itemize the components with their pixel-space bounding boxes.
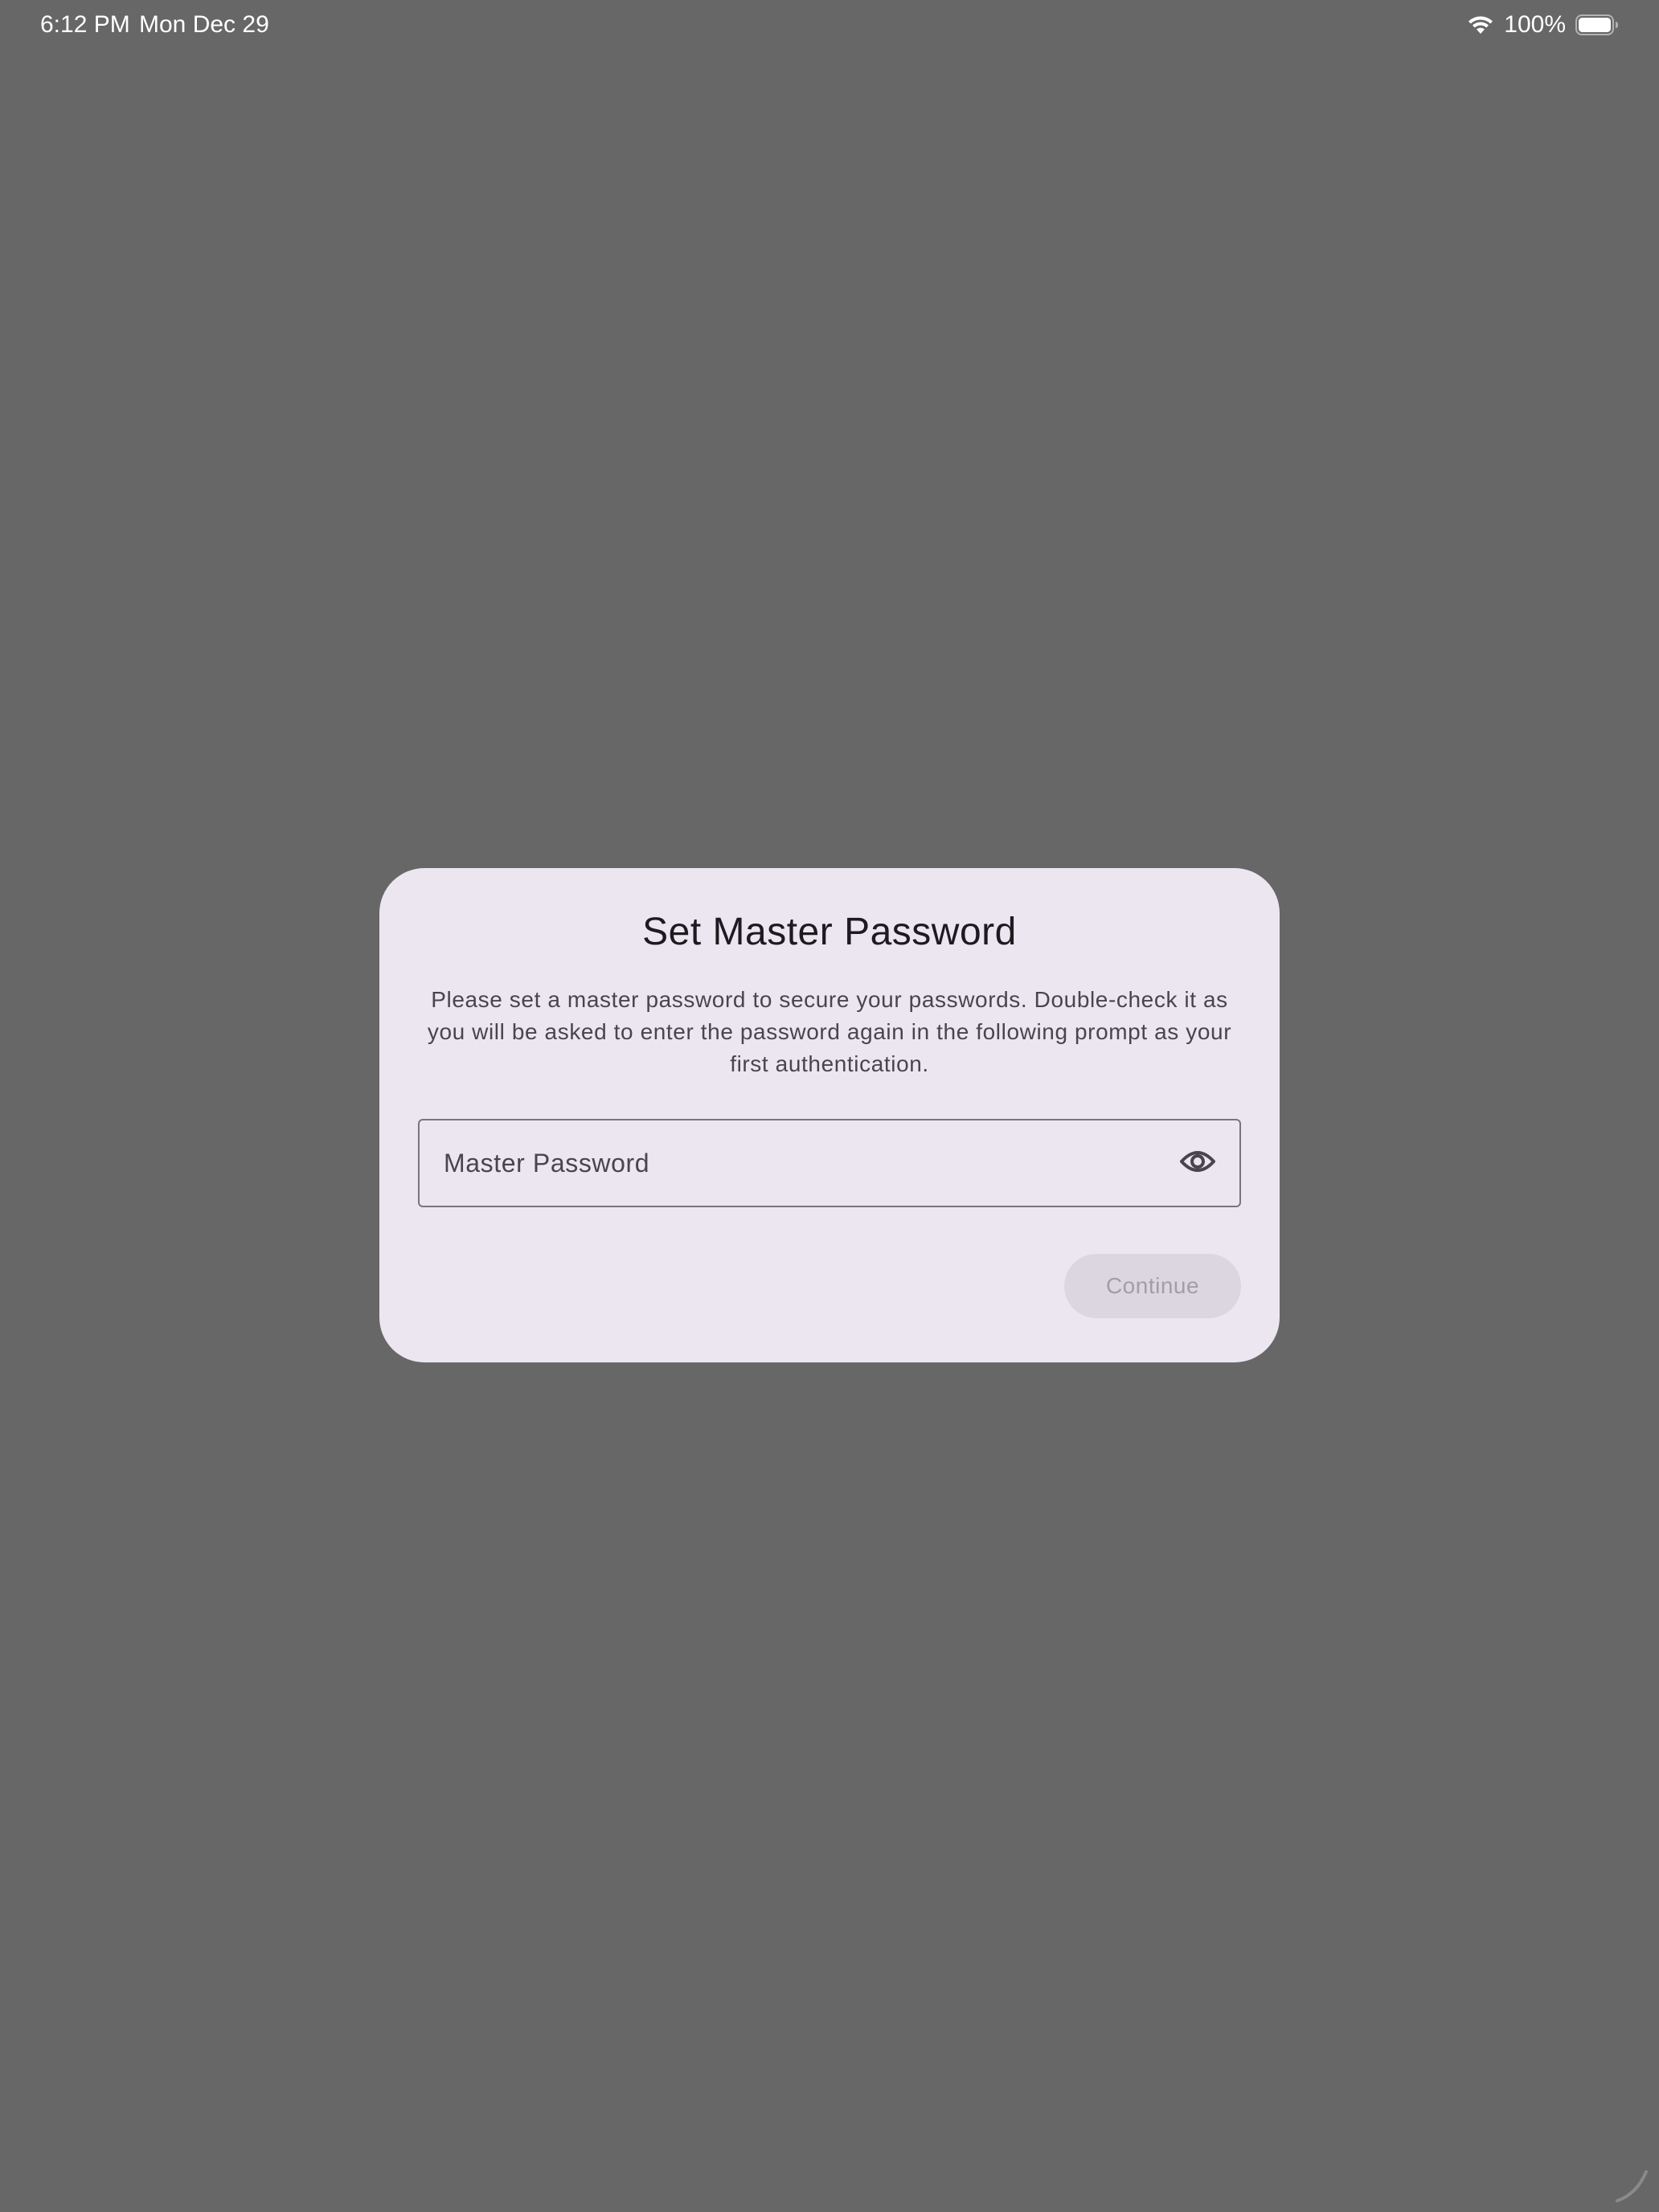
battery-percent: 100%	[1504, 11, 1566, 38]
wifi-icon	[1467, 14, 1494, 35]
master-password-input[interactable]	[420, 1147, 1165, 1179]
eye-icon	[1179, 1149, 1216, 1178]
continue-button[interactable]: Continue	[1064, 1254, 1241, 1318]
status-indicators: 100%	[1467, 11, 1619, 39]
show-password-toggle[interactable]	[1165, 1131, 1230, 1195]
master-password-field[interactable]	[418, 1119, 1241, 1207]
scroll-indicator-icon	[1612, 2165, 1653, 2206]
dialog-message: Please set a master password to secure y…	[427, 987, 1232, 1076]
battery-icon	[1575, 14, 1619, 35]
status-time: 6:12 PM	[40, 11, 130, 38]
status-date: Mon Dec 29	[139, 11, 269, 38]
status-bar: 6:12 PM Mon Dec 29 100%	[0, 0, 1659, 53]
set-master-password-dialog: Set Master Password Please set a master …	[379, 868, 1280, 1362]
dialog-title: Set Master Password	[642, 911, 1017, 953]
